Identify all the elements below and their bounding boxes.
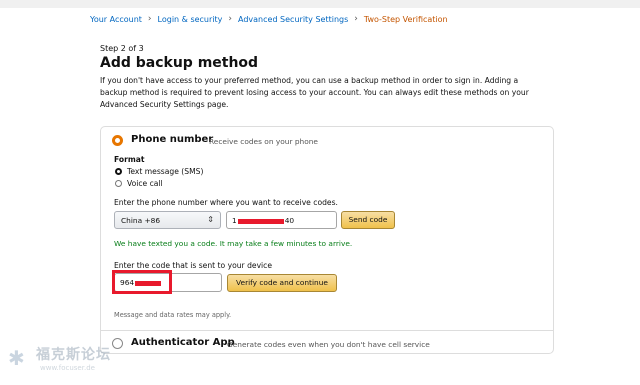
format-label: Format [114, 155, 145, 164]
top-strip [0, 0, 640, 8]
sms-radio[interactable] [115, 168, 122, 175]
phone-prompt: Enter the phone number where you want to… [114, 198, 338, 207]
country-code-select[interactable]: China +86 ⇕ [114, 211, 221, 229]
watermark-text: 福克斯论坛 [36, 347, 111, 363]
code-sent-message: We have texted you a code. It may take a… [114, 239, 353, 248]
phone-number-input[interactable]: 1 40 [226, 211, 337, 229]
breadcrumb-current-page: Two-Step Verification [363, 14, 448, 24]
forum-watermark: ✱ 福克斯论坛 www.focuser.de [6, 340, 156, 380]
breadcrumb-your-account[interactable]: Your Account [90, 15, 142, 24]
breadcrumb-advanced-security[interactable]: Advanced Security Settings [238, 15, 348, 24]
step-indicator: Step 2 of 3 [100, 44, 144, 53]
breadcrumb-separator-icon: › [147, 14, 152, 24]
backup-method-box: Phone number Receive codes on your phone… [100, 126, 554, 354]
watermark-url: www.focuser.de [40, 364, 95, 372]
phone-number-radio[interactable] [112, 135, 123, 146]
redaction-mark [237, 218, 284, 224]
annotation-highlight-box [112, 270, 172, 294]
phone-number-title: Phone number [131, 134, 214, 145]
voice-call-label[interactable]: Voice call [127, 179, 163, 188]
intro-text: If you don't have access to your preferr… [100, 76, 529, 109]
page-title: Add backup method [100, 55, 259, 71]
chevron-updown-icon: ⇕ [207, 215, 214, 224]
phone-number-suffix: 40 [284, 216, 295, 225]
authenticator-app-subtitle: Generate codes even when you don't have … [227, 340, 430, 349]
breadcrumb: Your Account › Login & security › Advanc… [90, 14, 448, 24]
code-prompt: Enter the code that is sent to your devi… [114, 261, 273, 270]
breadcrumb-login-security[interactable]: Login & security [158, 15, 223, 24]
verify-code-button[interactable]: Verify code and continue [227, 274, 337, 292]
option-divider [101, 330, 553, 331]
breadcrumb-separator-icon: › [228, 14, 232, 24]
rates-disclaimer: Message and data rates may apply. [114, 311, 232, 319]
country-code-value: China +86 [121, 216, 161, 225]
voice-call-radio[interactable] [115, 180, 122, 187]
phone-number-subtitle: Receive codes on your phone [209, 137, 318, 146]
sms-label[interactable]: Text message (SMS) [127, 167, 203, 176]
phone-number-prefix: 1 [232, 216, 237, 225]
watermark-logo-icon: ✱ [8, 346, 25, 370]
breadcrumb-separator-icon: › [354, 14, 358, 24]
send-code-button[interactable]: Send code [341, 211, 395, 229]
